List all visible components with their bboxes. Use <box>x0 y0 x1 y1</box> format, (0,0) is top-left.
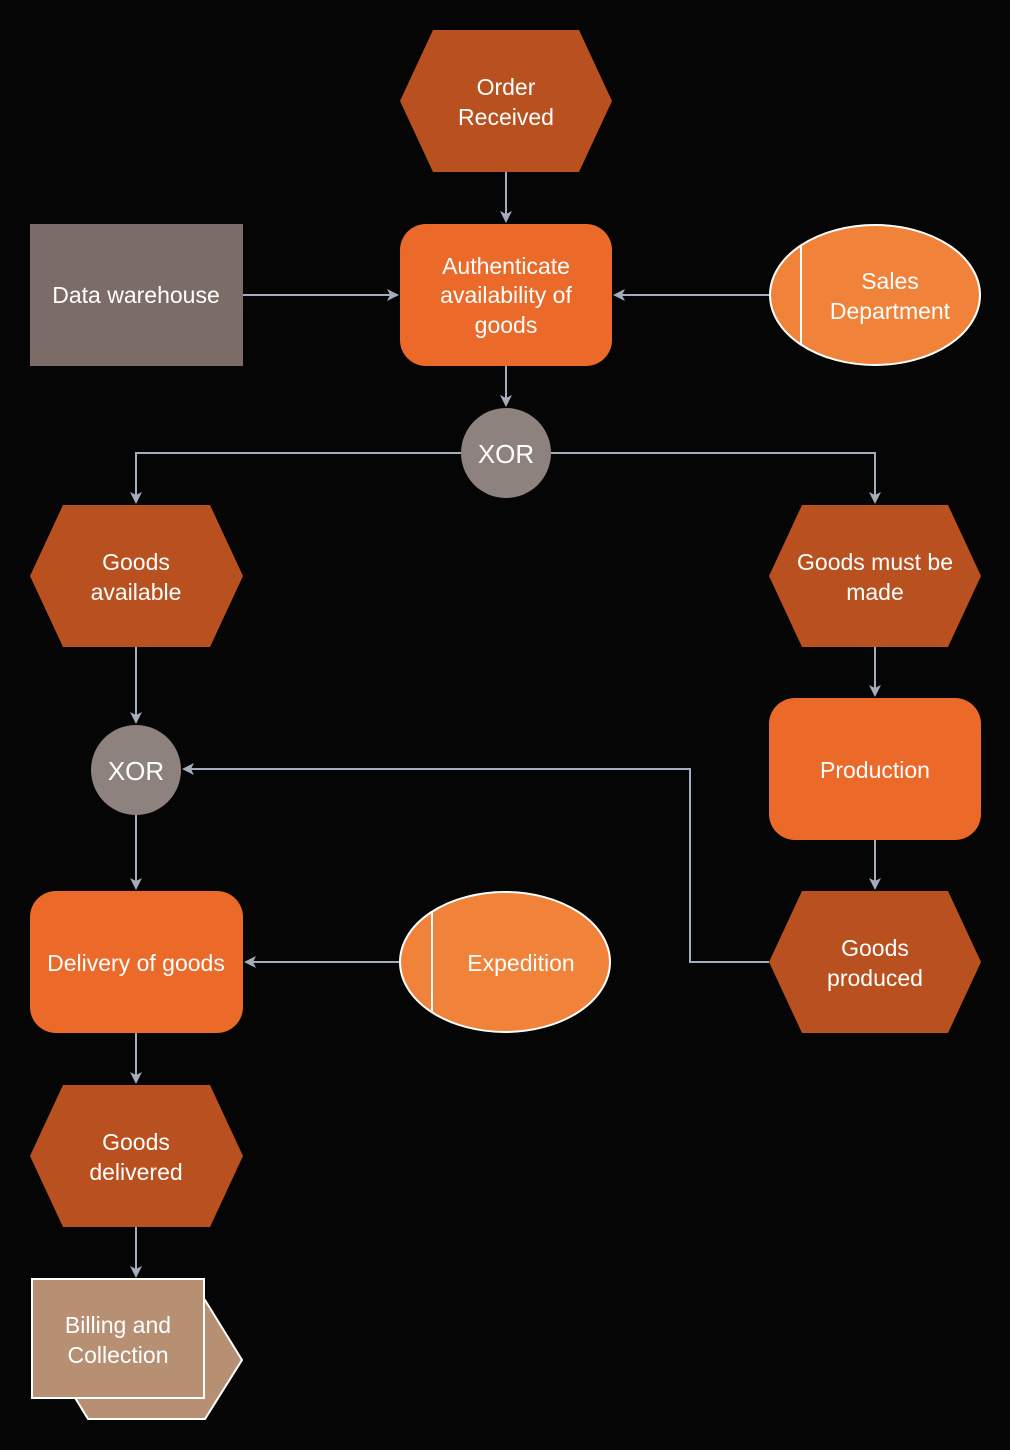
label: Order <box>477 74 536 100</box>
label: produced <box>827 965 923 991</box>
label: XOR <box>478 439 534 469</box>
label: Goods must be <box>797 549 953 575</box>
label: Goods <box>102 1129 170 1155</box>
process-path-billing-and-collection[interactable]: Billing and Collection <box>31 1278 244 1420</box>
label: goods <box>475 312 538 338</box>
label: Department <box>830 298 951 324</box>
data-warehouse[interactable]: Data warehouse <box>30 224 243 366</box>
label: availability of <box>440 282 572 308</box>
xor-connector-2[interactable]: XOR <box>91 725 181 815</box>
label: Received <box>458 104 554 130</box>
label: Goods <box>102 549 170 575</box>
label: Data warehouse <box>52 282 220 308</box>
label: Authenticate <box>442 253 570 279</box>
label: made <box>846 579 904 605</box>
arrow-xor-to-goods-must-be-made <box>551 452 881 504</box>
label: Billing and <box>65 1312 171 1338</box>
function-production[interactable]: Production <box>769 698 981 840</box>
event-goods-produced[interactable]: Goods produced <box>769 891 981 1033</box>
label: Production <box>820 757 930 783</box>
xor-connector-1[interactable]: XOR <box>461 408 551 498</box>
event-order-received[interactable]: Order Received <box>400 30 612 172</box>
label: Sales <box>861 268 919 294</box>
event-goods-delivered[interactable]: Goods delivered <box>30 1085 243 1227</box>
org-sales-department[interactable]: Sales Department <box>769 224 981 366</box>
org-expedition[interactable]: Expedition <box>399 891 611 1033</box>
function-authenticate[interactable]: Authenticate availability of goods <box>400 224 612 366</box>
label: XOR <box>108 756 164 786</box>
label: delivered <box>89 1159 182 1185</box>
function-delivery-of-goods[interactable]: Delivery of goods <box>30 891 243 1033</box>
event-goods-available[interactable]: Goods available <box>30 505 243 647</box>
label: available <box>91 579 182 605</box>
label: Goods <box>841 935 909 961</box>
arrow-xor-to-goods-available <box>130 452 461 504</box>
epc-diagram: Order Received Authenticate availability… <box>30 30 981 1420</box>
label: Expedition <box>467 950 574 976</box>
label: Delivery of goods <box>47 950 225 976</box>
event-goods-must-be-made[interactable]: Goods must be made <box>769 505 981 647</box>
label: Collection <box>68 1342 169 1368</box>
